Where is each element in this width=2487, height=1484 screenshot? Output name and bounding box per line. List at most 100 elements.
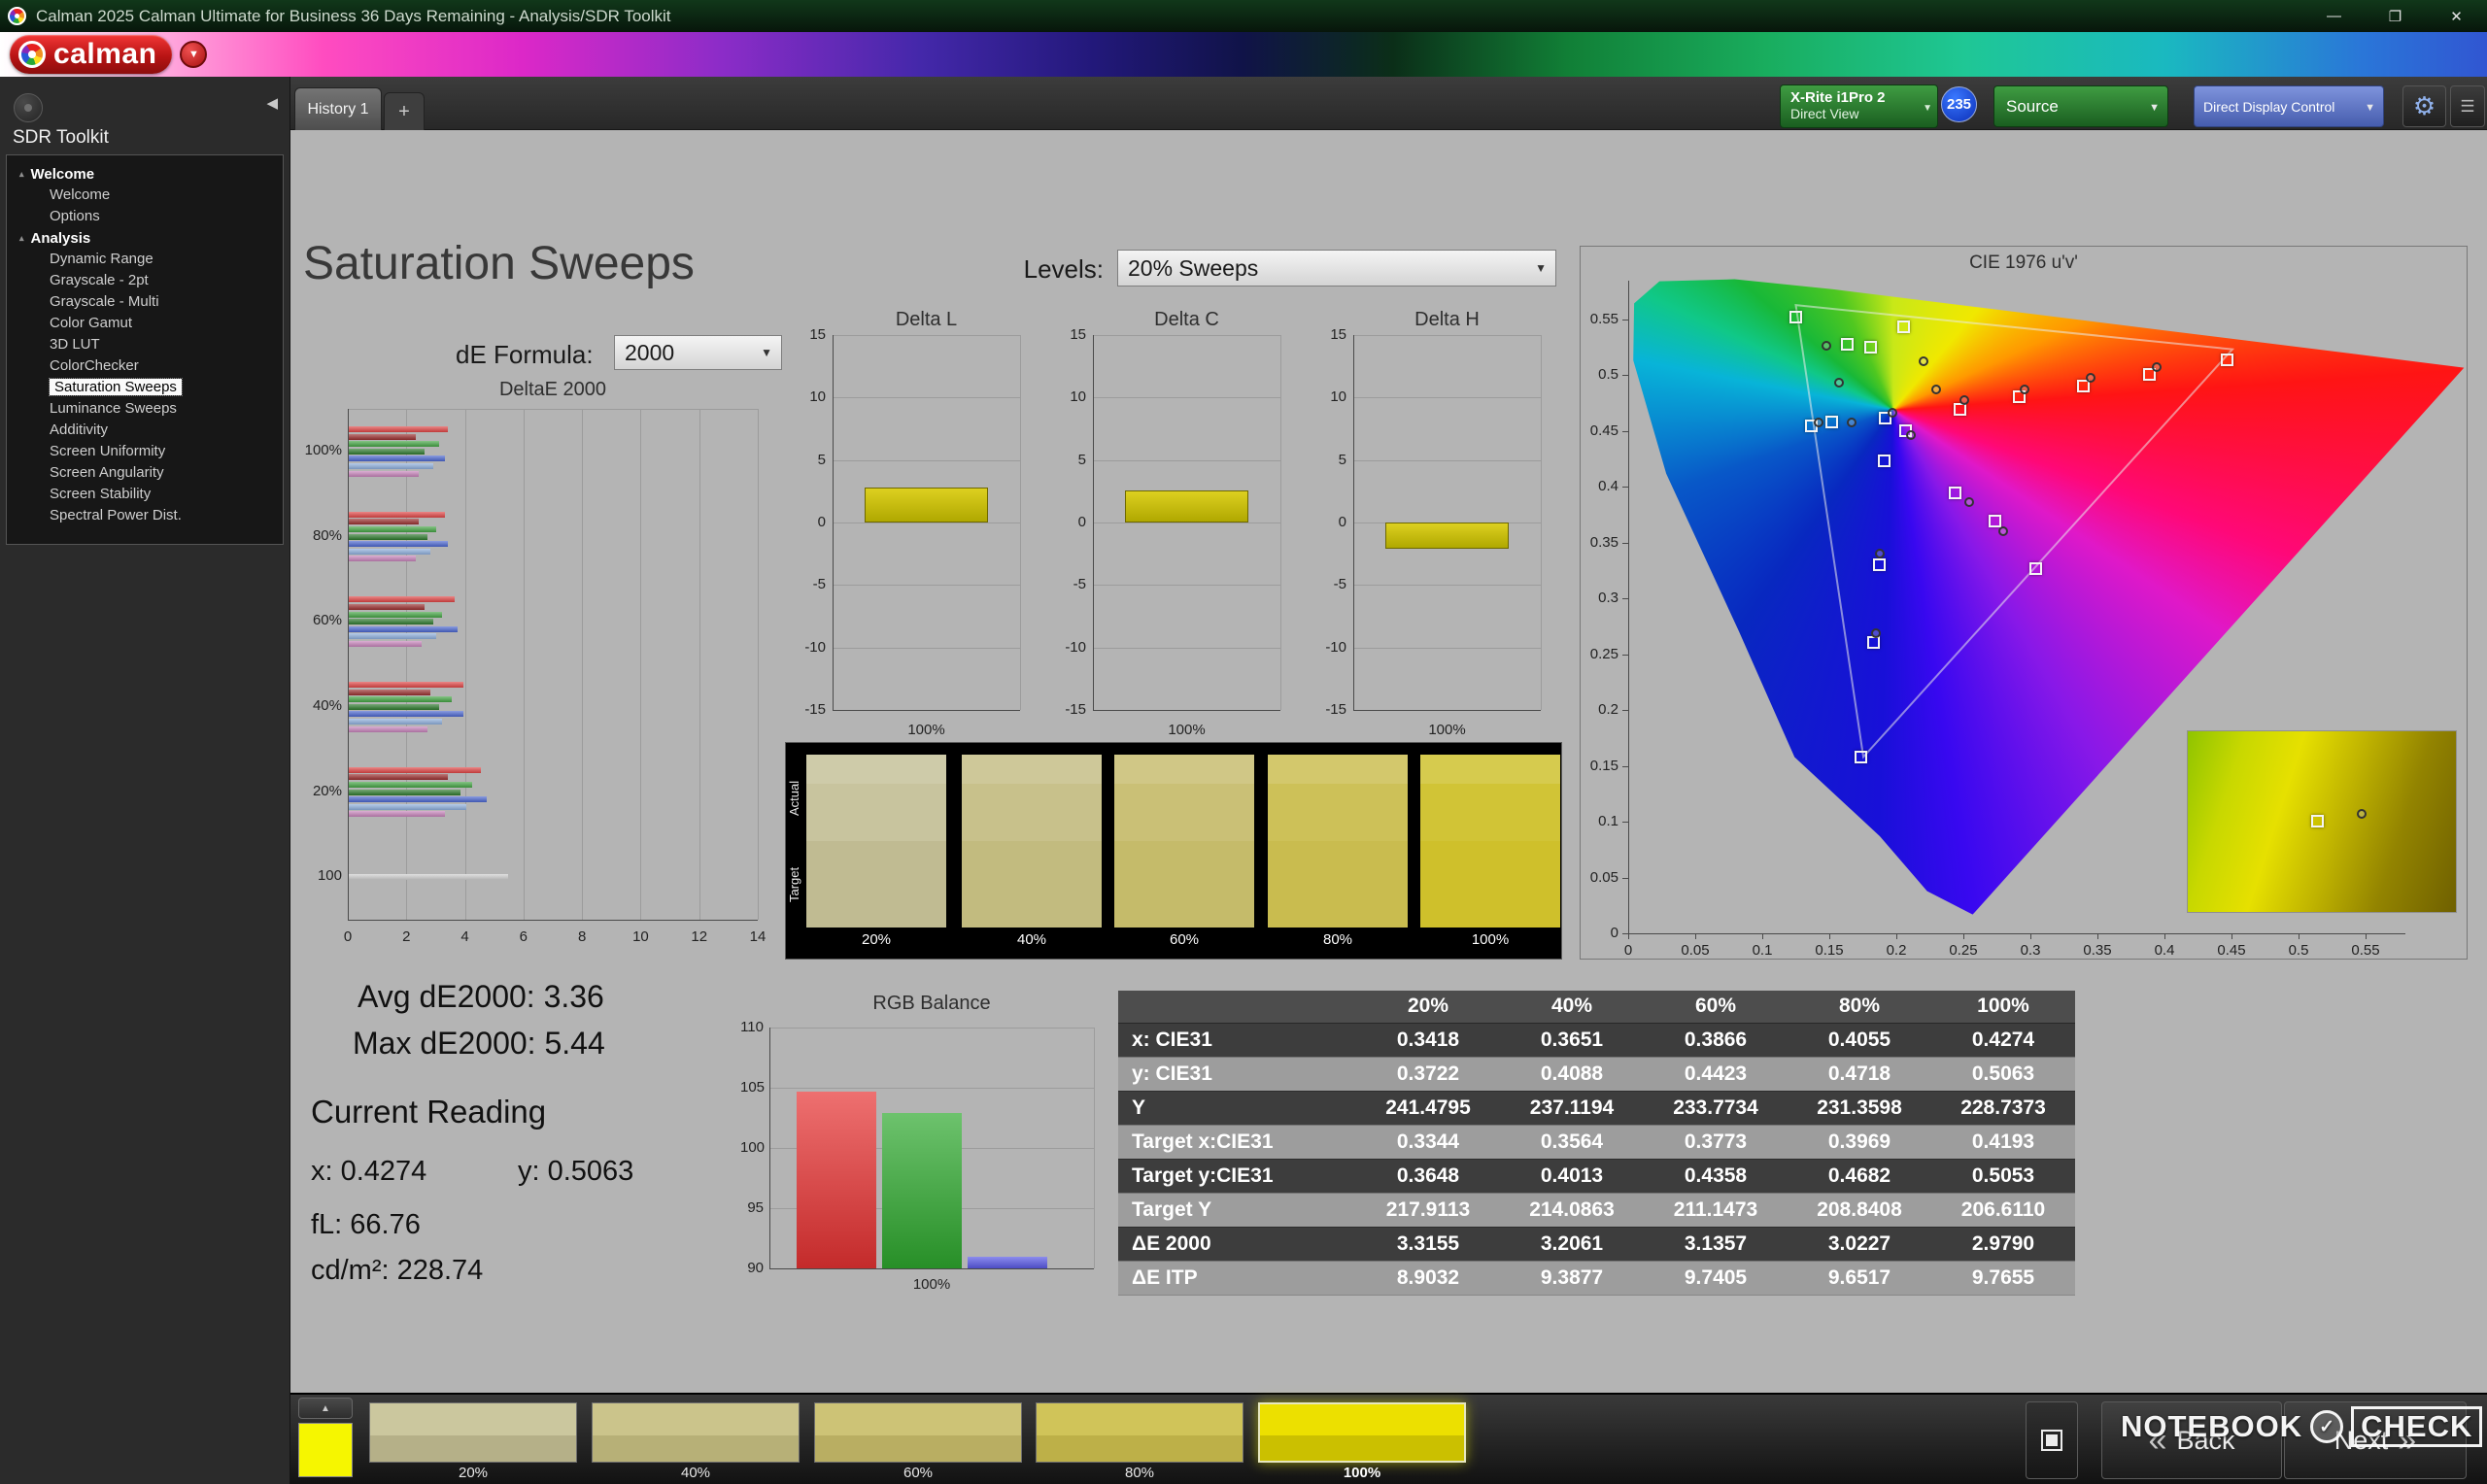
grid xyxy=(523,409,525,920)
window-controls: — ❐ ✕ xyxy=(2303,0,2487,32)
axlab: 100 xyxy=(740,1139,766,1156)
hbar xyxy=(349,596,455,603)
calman-logo[interactable]: calman ▼ xyxy=(10,35,208,74)
actual-swatch-80% xyxy=(1268,755,1408,841)
settings-button[interactable]: ⚙ xyxy=(2402,85,2446,127)
tab-history-1[interactable]: History 1 xyxy=(294,87,382,130)
hbar xyxy=(349,619,434,625)
cie-target xyxy=(2310,814,2324,827)
sidebar-item-welcome[interactable]: Welcome xyxy=(7,185,283,206)
sidebar-item-grayscale-multi[interactable]: Grayscale - Multi xyxy=(7,291,283,313)
hbar xyxy=(349,470,420,477)
sidebar-item-luminance-sweeps[interactable]: Luminance Sweeps xyxy=(7,398,283,420)
tick xyxy=(2231,933,2232,939)
hbar xyxy=(349,541,449,548)
table-row: x: CIE31 0.3418 0.3651 0.3866 0.4055 0.4274 xyxy=(1118,1023,2075,1058)
grid xyxy=(1353,459,1541,461)
table-cell: 0.3722 xyxy=(1356,1057,1500,1092)
maximize-button[interactable]: ❐ xyxy=(2365,0,2426,32)
current-reading-fl: fL: 66.76 xyxy=(311,1209,421,1240)
close-button[interactable]: ✕ xyxy=(2426,0,2487,32)
table-cell: 3.2061 xyxy=(1500,1227,1644,1262)
sidebar-item-3d-lut[interactable]: 3D LUT xyxy=(7,334,283,355)
tree-item-label: Welcome xyxy=(30,165,95,183)
sidebar-item-screen-uniformity[interactable]: Screen Uniformity xyxy=(7,441,283,462)
hbar xyxy=(349,433,417,440)
axisline xyxy=(769,1028,770,1268)
table-cell: 9.7655 xyxy=(1931,1261,2075,1296)
axlab: 0.55 xyxy=(2351,942,2380,959)
axisline xyxy=(1628,933,2405,934)
cie-target xyxy=(1897,320,1911,333)
swatch-shine xyxy=(1268,755,1408,785)
axlab: 0.25 xyxy=(1949,942,1978,959)
meter-selector-button[interactable]: X-Rite i1Pro 2 Direct View ▼ xyxy=(1780,84,1938,128)
back-button[interactable]: « Back xyxy=(2101,1401,2282,1479)
delta-bar xyxy=(1384,523,1510,550)
table-cell: 217.9113 xyxy=(1356,1193,1500,1228)
sidebar-item-dynamic-range[interactable]: Dynamic Range xyxy=(7,249,283,270)
footer-swatch-20%[interactable] xyxy=(369,1402,577,1463)
sidebar-item-color-gamut[interactable]: Color Gamut xyxy=(7,313,283,334)
display-control-selector-button[interactable]: Direct Display Control ▼ xyxy=(2194,85,2384,127)
axlab: 100% xyxy=(912,1276,951,1293)
sidebar-header-welcome[interactable]: ▴ Welcome xyxy=(7,163,283,185)
footer-swatch-100%[interactable] xyxy=(1258,1402,1466,1463)
actual-swatch-40% xyxy=(962,755,1102,841)
axlab: 0.1 xyxy=(1752,942,1773,959)
delta-bar xyxy=(864,487,989,523)
axlab: 90 xyxy=(747,1260,764,1276)
logo-dropdown-button[interactable]: ▼ xyxy=(180,41,208,68)
measurement-count-badge[interactable]: 235 xyxy=(1941,86,1977,122)
sidebar-item-spectral-power-dist[interactable]: Spectral Power Dist. xyxy=(7,505,283,526)
sidebar-collapse-icon[interactable]: ◀ xyxy=(266,94,278,112)
sidebar-item-grayscale-2pt[interactable]: Grayscale - 2pt xyxy=(7,270,283,291)
footer-swatch-80%[interactable] xyxy=(1036,1402,1244,1463)
minimize-button[interactable]: — xyxy=(2303,0,2365,32)
axlab: 0.15 xyxy=(1589,757,1618,774)
axlab: 5 xyxy=(817,451,826,468)
tree-item-label: Luminance Sweeps xyxy=(50,400,177,417)
axlab: -5 xyxy=(1073,576,1086,593)
pattern-window-button[interactable] xyxy=(2026,1401,2078,1479)
footer-swatch-60%[interactable] xyxy=(814,1402,1022,1463)
sidebar-item-saturation-sweeps[interactable]: Saturation Sweeps xyxy=(7,377,283,398)
de-formula-dropdown[interactable]: 2000 ▼ xyxy=(614,335,782,370)
table-cell: 206.6110 xyxy=(1931,1193,2075,1228)
sidebar-header-analysis[interactable]: ▴ Analysis xyxy=(7,227,283,249)
nav-knob-button[interactable] xyxy=(14,93,43,122)
add-tab-button[interactable]: + xyxy=(384,92,425,130)
sidebar-item-screen-stability[interactable]: Screen Stability xyxy=(7,484,283,505)
panel-menu-button[interactable]: ☰ xyxy=(2450,85,2485,127)
rgb-chart: RGB Balance 110 105 100 95 90 100% xyxy=(740,993,1123,1293)
next-button[interactable]: Next » xyxy=(2284,1401,2467,1479)
levels-dropdown[interactable]: 20% Sweeps ▼ xyxy=(1117,250,1556,287)
tree-expand-icon: ▴ xyxy=(19,168,24,179)
hbar xyxy=(349,533,428,540)
axlab: 100% xyxy=(1428,722,1466,738)
title-bar: Calman 2025 Calman Ultimate for Business… xyxy=(0,0,2487,32)
sidebar-item-options[interactable]: Options xyxy=(7,206,283,227)
table-cell: 0.3418 xyxy=(1356,1023,1500,1058)
tick xyxy=(1622,598,1628,599)
table-row: y: CIE31 0.3722 0.4088 0.4423 0.4718 0.5063 xyxy=(1118,1057,2075,1092)
hbar xyxy=(349,719,443,725)
sidebar-item-screen-angularity[interactable]: Screen Angularity xyxy=(7,462,283,484)
table-cell: 0.3564 xyxy=(1500,1125,1644,1160)
grid xyxy=(1093,397,1280,399)
grid xyxy=(1094,1028,1095,1268)
footer-swatch-40%[interactable] xyxy=(592,1402,800,1463)
swatch-label: 60% xyxy=(1169,931,1200,948)
sidebar-item-colorchecker[interactable]: ColorChecker xyxy=(7,355,283,377)
delta-h-title: Delta H xyxy=(1414,309,1480,330)
display-control-label: Direct Display Control xyxy=(2203,98,2335,115)
window-title: Calman 2025 Calman Ultimate for Business… xyxy=(36,6,671,25)
toolkit-label: SDR Toolkit xyxy=(13,127,109,148)
chevron-down-icon: ▼ xyxy=(2149,102,2160,114)
source-selector-button[interactable]: Source ▼ xyxy=(1993,85,2168,127)
sidebar-item-additivity[interactable]: Additivity xyxy=(7,420,283,441)
tick xyxy=(2164,933,2165,939)
next-label: Next xyxy=(2334,1425,2389,1455)
swatch-column-60%: 60% xyxy=(1114,755,1254,951)
table-cell: 0.4358 xyxy=(1644,1159,1788,1194)
